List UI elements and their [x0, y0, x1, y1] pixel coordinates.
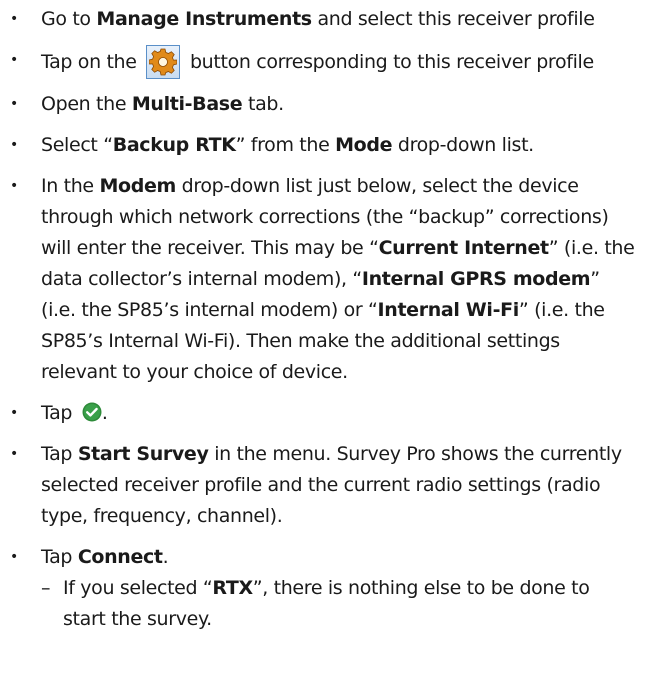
step-bold: Mode	[335, 134, 393, 156]
step-bold: Internal Wi-Fi	[377, 299, 520, 321]
bullet: •	[10, 549, 18, 565]
bullet: •	[10, 405, 18, 421]
step-text: .	[162, 546, 169, 568]
step-bold: Manage Instruments	[96, 8, 312, 30]
check-circle-icon[interactable]	[82, 402, 102, 422]
step-bold: RTX	[212, 577, 253, 599]
step-bold: Modem	[99, 175, 176, 197]
step-open-tab: • Open the Multi-Base tab.	[0, 89, 645, 120]
step-text: .	[101, 402, 108, 424]
step-text: and select this receiver profile	[311, 8, 595, 30]
step-tap-check: • Tap .	[0, 398, 645, 429]
gear-icon	[149, 48, 178, 76]
step-tap-gear: • Tap on the button corresponding to thi…	[0, 45, 645, 79]
bullet: •	[10, 446, 18, 462]
step-text: Tap	[41, 546, 78, 568]
dash: –	[41, 577, 51, 599]
bullet: •	[10, 11, 18, 27]
step-start-survey: • Tap Start Survey in the menu. Survey P…	[0, 439, 645, 532]
step-bold: Start Survey	[77, 443, 209, 465]
step-text: tab.	[242, 93, 284, 115]
bullet: •	[10, 137, 18, 153]
sub-step-rtx: – If you selected “RTX”, there is nothin…	[41, 573, 635, 635]
step-text: drop-down list.	[392, 134, 534, 156]
step-manage-instruments: • Go to Manage Instruments and select th…	[0, 4, 645, 35]
sub-list: – If you selected “RTX”, there is nothin…	[41, 573, 635, 635]
step-text: button corresponding to this receiver pr…	[184, 51, 594, 73]
step-text: If you selected “	[63, 577, 213, 599]
bullet: •	[10, 96, 18, 112]
step-bold: Backup RTK	[112, 134, 236, 156]
instruction-list: • Go to Manage Instruments and select th…	[0, 4, 645, 645]
step-text: Go to	[41, 8, 97, 30]
gear-button[interactable]	[146, 45, 181, 79]
step-text: Select “	[41, 134, 113, 156]
step-connect: • Tap Connect. – If you selected “RTX”, …	[0, 542, 645, 635]
step-bold: Connect	[77, 546, 163, 568]
step-bold: Internal GPRS modem	[361, 268, 591, 290]
step-text: Tap on the	[41, 51, 143, 73]
bullet: •	[10, 178, 18, 194]
step-bold: Current Internet	[378, 237, 550, 259]
bullet: •	[10, 52, 18, 68]
step-select-mode: • Select “Backup RTK” from the Mode drop…	[0, 130, 645, 161]
step-select-modem: • In the Modem drop-down list just below…	[0, 171, 645, 388]
step-text: ” from the	[235, 134, 336, 156]
step-text: In the	[41, 175, 100, 197]
instruction-page: • Go to Manage Instruments and select th…	[0, 0, 645, 682]
step-text: Tap	[41, 402, 78, 424]
step-text: Open the	[41, 93, 132, 115]
step-text: Tap	[41, 443, 78, 465]
step-bold: Multi-Base	[131, 93, 243, 115]
